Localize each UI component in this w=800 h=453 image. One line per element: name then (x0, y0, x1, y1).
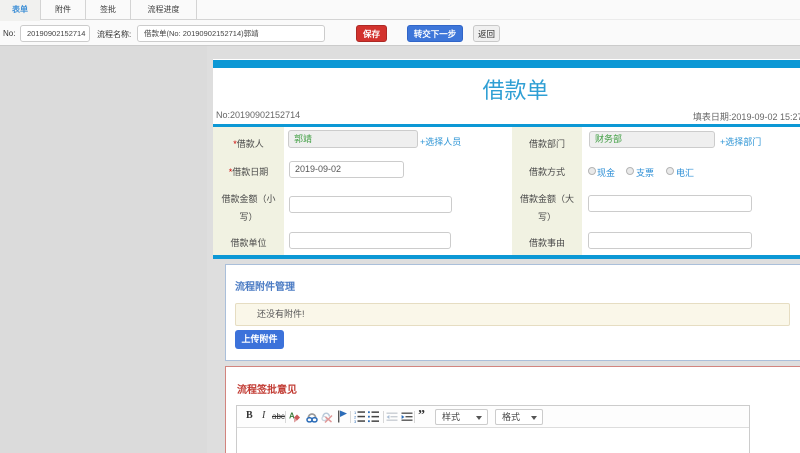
svg-text:3: 3 (354, 419, 357, 423)
